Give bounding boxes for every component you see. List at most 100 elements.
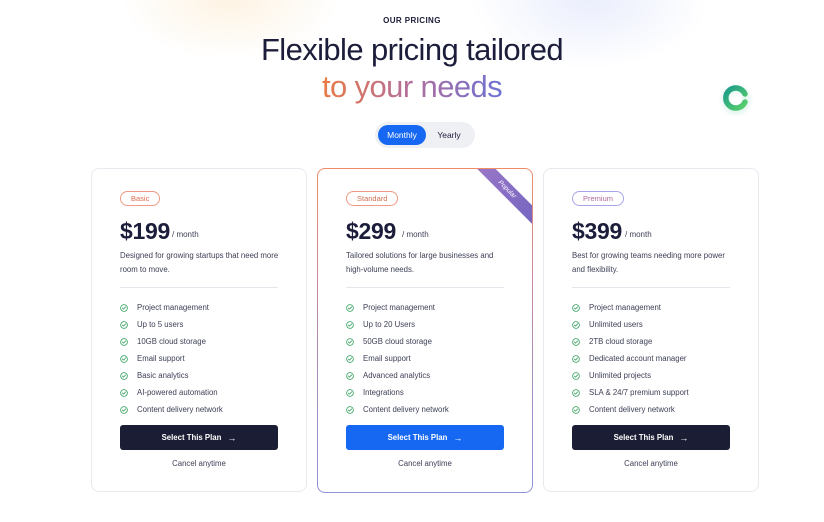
feature-label: SLA & 24/7 premium support (589, 388, 689, 397)
feature-item: Unlimited users (572, 316, 689, 333)
plan-badge: Premium (572, 191, 625, 206)
feature-item: Project management (120, 299, 223, 316)
feature-label: Content delivery network (137, 405, 223, 414)
feature-item: Advanced analytics (346, 367, 449, 384)
plan-price: $299 (346, 218, 396, 244)
check-circle-icon (572, 388, 580, 397)
feature-item: Email support (346, 350, 449, 367)
page-title-line-2: to your needs (0, 69, 824, 105)
feature-item: Content delivery network (572, 401, 689, 418)
plan-card-premium: Premium $399 / month Best for growing te… (543, 168, 759, 492)
feature-item: SLA & 24/7 premium support (572, 384, 689, 401)
check-circle-icon (346, 320, 354, 329)
feature-item: 2TB cloud storage (572, 333, 689, 350)
feature-item: Content delivery network (120, 401, 223, 418)
check-circle-icon (120, 320, 128, 329)
feature-list: Project management Up to 20 Users 50GB clo… (346, 299, 449, 418)
feature-label: Up to 5 users (137, 320, 184, 329)
feature-label: Email support (363, 354, 411, 363)
toggle-yearly[interactable]: Yearly (426, 125, 472, 145)
feature-label: Dedicated account manager (589, 354, 687, 363)
plan-badge: Standard (346, 191, 399, 206)
ribbon-label: Popular (472, 169, 532, 229)
price-period: / month (172, 230, 199, 239)
feature-item: Email support (120, 350, 223, 367)
check-circle-icon (120, 354, 128, 363)
button-label: Select This Plan (161, 433, 222, 442)
check-circle-icon (120, 303, 128, 312)
plan-card-basic: Basic $199 / month Designed for growing … (91, 168, 307, 492)
select-plan-button[interactable]: Select This Plan → (572, 425, 730, 450)
feature-item: 50GB cloud storage (346, 333, 449, 350)
feature-label: Unlimited users (589, 320, 643, 329)
feature-label: Content delivery network (589, 405, 675, 414)
plan-description: Designed for growing startups that need … (120, 251, 279, 274)
gradient-title-text: to your needs (321, 69, 503, 104)
feature-item: Basic analytics (120, 367, 223, 384)
check-circle-icon (346, 303, 354, 312)
button-label: Select This Plan (613, 433, 674, 442)
divider (572, 287, 730, 288)
feature-label: Integrations (363, 388, 404, 397)
feature-item: Integrations (346, 384, 449, 401)
feature-label: 2TB cloud storage (589, 337, 653, 346)
select-plan-button[interactable]: Select This Plan → (346, 425, 504, 450)
check-circle-icon (346, 405, 354, 414)
divider (120, 287, 278, 288)
feature-label: Unlimited projects (589, 371, 651, 380)
check-circle-icon (120, 388, 128, 397)
feature-label: AI-powered automation (137, 388, 218, 397)
plan-price: $199 (120, 218, 170, 244)
feature-item: 10GB cloud storage (120, 333, 223, 350)
plan-description: Tailored solutions for large businesses … (346, 251, 494, 274)
price-period: / month (625, 230, 652, 239)
page-title-line-1: Flexible pricing tailored (260, 32, 564, 67)
feature-item: Up to 20 Users (346, 316, 449, 333)
feature-list: Project management Unlimited users 2TB clo… (572, 299, 689, 418)
plan-price: $399 (572, 218, 622, 244)
feature-label: Content delivery network (363, 405, 449, 414)
feature-label: Project management (363, 303, 435, 312)
feature-label: Advanced analytics (363, 371, 431, 380)
feature-item: Unlimited projects (572, 367, 689, 384)
cancel-anytime-link[interactable]: Cancel anytime (572, 459, 730, 468)
check-circle-icon (346, 388, 354, 397)
cancel-anytime-link[interactable]: Cancel anytime (120, 459, 278, 468)
check-circle-icon (572, 320, 580, 329)
feature-item: AI-powered automation (120, 384, 223, 401)
check-circle-icon (572, 337, 580, 346)
arrow-right-icon: → (227, 432, 237, 443)
plan-description: Best for growing teams needing more powe… (572, 251, 725, 274)
check-circle-icon (346, 371, 354, 380)
popular-ribbon: Popular (472, 169, 532, 229)
feature-label: Basic analytics (137, 371, 189, 380)
cancel-anytime-link[interactable]: Cancel anytime (346, 459, 504, 468)
check-circle-icon (120, 405, 128, 414)
feature-label: 50GB cloud storage (363, 337, 432, 346)
divider (346, 287, 504, 288)
price-period: / month (402, 230, 429, 239)
section-eyebrow: OUR PRICING (383, 16, 441, 25)
feature-item: Project management (346, 299, 449, 316)
check-circle-icon (572, 405, 580, 414)
feature-list: Project management Up to 5 users 10GB clou… (120, 299, 223, 418)
billing-toggle: Monthly Yearly (375, 122, 475, 148)
feature-item: Dedicated account manager (572, 350, 689, 367)
feature-item: Up to 5 users (120, 316, 223, 333)
feature-item: Project management (572, 299, 689, 316)
select-plan-button[interactable]: Select This Plan → (120, 425, 278, 450)
feature-label: 10GB cloud storage (137, 337, 206, 346)
check-circle-icon (120, 337, 128, 346)
check-circle-icon (120, 371, 128, 380)
arrow-right-icon: → (453, 432, 463, 443)
ring-logo-icon (718, 80, 754, 116)
check-circle-icon (346, 337, 354, 346)
feature-label: Project management (589, 303, 661, 312)
toggle-monthly[interactable]: Monthly (378, 125, 426, 145)
feature-label: Email support (137, 354, 185, 363)
plan-badge: Basic (120, 191, 161, 206)
check-circle-icon (572, 303, 580, 312)
feature-item: Content delivery network (346, 401, 449, 418)
plan-card-standard: Popular Standard $299 / month Tailored s… (317, 168, 533, 493)
feature-label: Project management (137, 303, 209, 312)
